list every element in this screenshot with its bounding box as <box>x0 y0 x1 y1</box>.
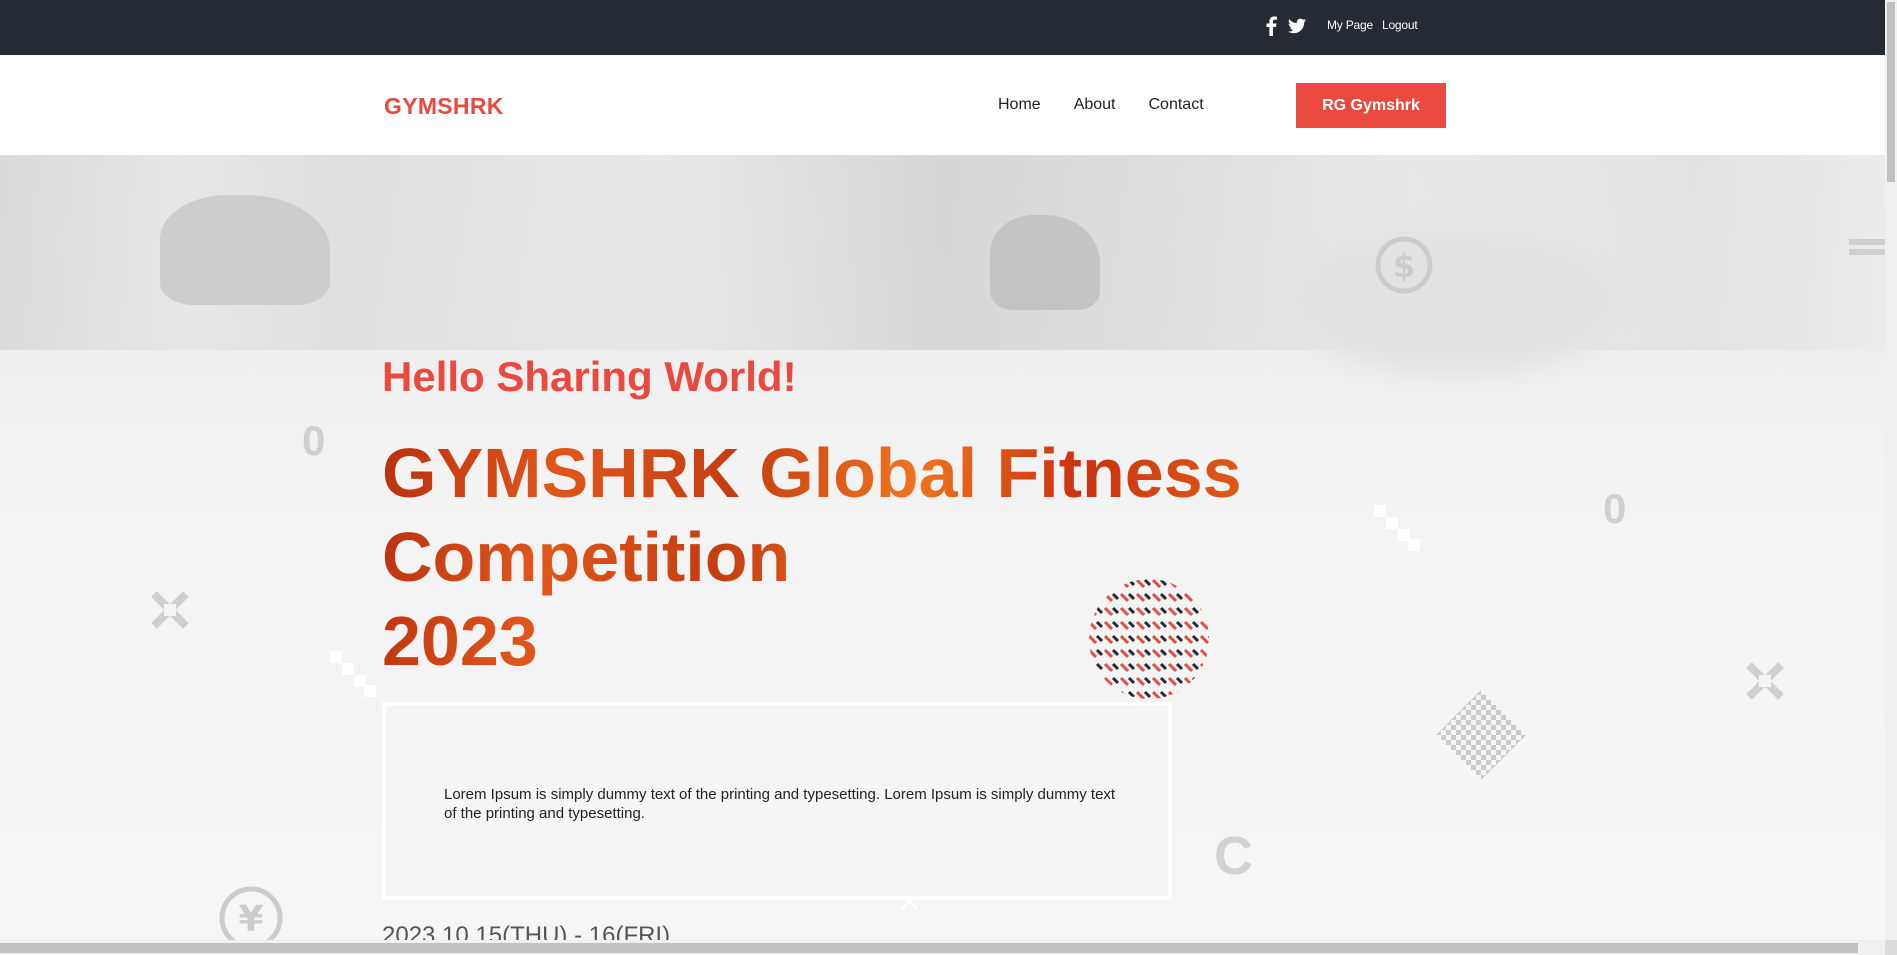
nav-contact[interactable]: Contact <box>1149 96 1204 114</box>
pixel-steps-icon-left <box>330 651 376 697</box>
cross-icon-left <box>150 590 190 630</box>
hero-subtitle: Hello Sharing World! <box>382 353 797 400</box>
logout-link[interactable]: Logout <box>1382 18 1418 32</box>
scrollbar-corner <box>1885 940 1897 955</box>
account-links: My Page Logout <box>1327 18 1418 32</box>
svg-text:¥: ¥ <box>238 899 263 940</box>
checker-diamond-icon <box>1436 690 1526 780</box>
rg-gymshrk-button[interactable]: RG Gymshrk <box>1296 83 1446 128</box>
top-bar: My Page Logout <box>0 0 1885 55</box>
equals-icon <box>1849 237 1885 259</box>
twitter-icon[interactable] <box>1288 14 1306 38</box>
svg-text:$: $ <box>1393 247 1415 285</box>
dollar-coin-icon: $ <box>1374 235 1434 295</box>
nav-home[interactable]: Home <box>998 96 1041 114</box>
background-shoe-center <box>990 215 1100 310</box>
hero-description: Lorem Ipsum is simply dummy text of the … <box>444 786 1116 822</box>
pixel-steps-icon-right <box>1374 505 1420 551</box>
hero-title-line-1: GYMSHRK Global Fitness <box>382 434 1242 512</box>
background-shoe-left <box>160 195 330 305</box>
background-blur-shape <box>1290 225 1620 375</box>
description-box: Lorem Ipsum is simply dummy text of the … <box>382 702 1172 900</box>
hero-title-line-3: 2023 <box>382 602 538 680</box>
main-navbar: GYMSHRK Home About Contact RG Gymshrk <box>0 55 1885 155</box>
hero-section: $ 0 0 C ¥ ✕ Hello Sharing World! GYMSHRK… <box>0 155 1885 940</box>
zero-glyph-left: 0 <box>302 417 326 464</box>
event-date: 2023.10.15(THU) - 16(FRI) <box>382 922 671 940</box>
yen-coin-icon: ¥ <box>218 885 284 940</box>
site-logo[interactable]: GYMSHRK <box>384 93 504 120</box>
horizontal-scrollbar[interactable] <box>0 940 1885 955</box>
hero-title: GYMSHRK Global Fitness Competition 2023 <box>382 431 1242 683</box>
cross-icon-right <box>1745 661 1785 701</box>
zero-glyph-right: 0 <box>1603 485 1627 532</box>
horizontal-scrollbar-thumb[interactable] <box>0 943 1858 953</box>
social-links <box>1262 14 1306 38</box>
vertical-scrollbar-thumb[interactable] <box>1887 2 1895 182</box>
main-menu: Home About Contact <box>998 96 1204 114</box>
facebook-icon[interactable] <box>1262 14 1280 38</box>
cedi-glyph: C <box>1214 826 1253 886</box>
vertical-scrollbar[interactable] <box>1885 0 1897 940</box>
nav-about[interactable]: About <box>1074 96 1116 114</box>
my-page-link[interactable]: My Page <box>1327 18 1373 32</box>
hero-title-line-2: Competition <box>382 518 791 596</box>
